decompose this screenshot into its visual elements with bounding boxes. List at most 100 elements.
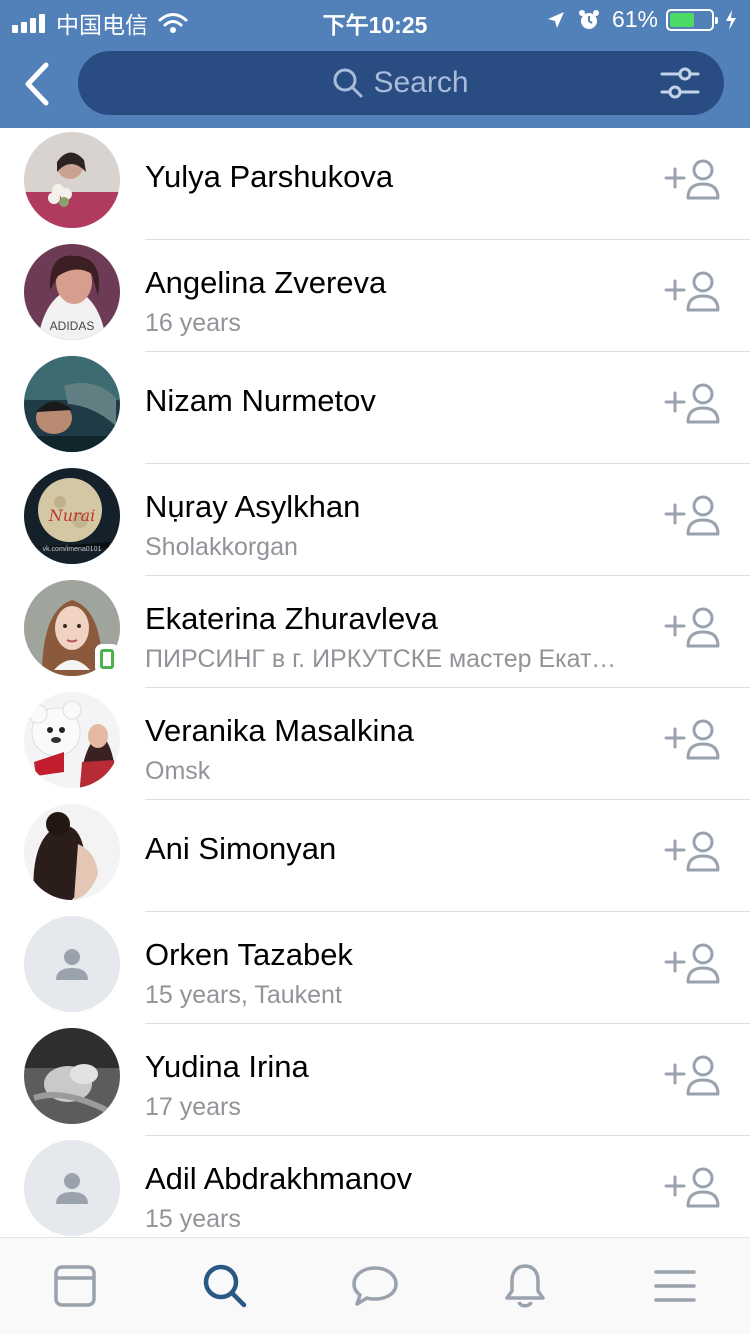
add-friend-button[interactable] bbox=[664, 1054, 724, 1098]
search-icon bbox=[203, 1264, 247, 1308]
search-results-list: Yulya Parshukova ADIDAS Angelina Zvereva 16… bbox=[0, 128, 750, 1248]
search-result-row[interactable]: Yudina Irina 17 years bbox=[0, 1024, 750, 1136]
tab-messages[interactable] bbox=[300, 1238, 450, 1334]
tab-menu[interactable] bbox=[600, 1238, 750, 1334]
search-input[interactable]: Search bbox=[78, 51, 724, 115]
add-friend-button[interactable] bbox=[664, 1166, 724, 1210]
user-placeholder-icon bbox=[56, 1173, 88, 1204]
add-friend-icon bbox=[664, 271, 720, 312]
result-text: Nizam Nurmetov bbox=[145, 383, 630, 419]
add-friend-icon bbox=[664, 943, 720, 984]
add-friend-icon bbox=[664, 383, 720, 424]
chevron-left-icon bbox=[25, 62, 49, 106]
avatar[interactable] bbox=[24, 356, 120, 452]
svg-text:ADIDAS: ADIDAS bbox=[50, 319, 95, 333]
result-name: Yudina Irina bbox=[145, 1049, 309, 1084]
sliders-icon bbox=[660, 67, 700, 99]
search-result-row[interactable]: Orken Tazabek 15 years, Taukent bbox=[0, 912, 750, 1024]
bell-icon bbox=[505, 1264, 545, 1308]
result-text: Angelina Zvereva 16 years bbox=[145, 265, 630, 338]
location-arrow-icon bbox=[547, 11, 564, 28]
search-filter-button[interactable] bbox=[660, 65, 700, 101]
result-text: Nụray Asylkhan Sholakkorgan bbox=[145, 489, 630, 562]
default-avatar bbox=[24, 1140, 120, 1236]
online-mobile-icon bbox=[95, 644, 119, 674]
result-name: Nụray Asylkhan bbox=[145, 489, 361, 524]
search-placeholder: Search bbox=[373, 66, 469, 99]
avatar-overlay-text: Nurai bbox=[48, 506, 96, 525]
result-text: Veranika Masalkina Omsk bbox=[145, 713, 630, 786]
result-subtitle: 17 years bbox=[145, 1093, 241, 1121]
add-friend-icon bbox=[664, 159, 720, 200]
search-result-row[interactable]: Veranika Masalkina Omsk bbox=[0, 688, 750, 800]
add-friend-icon bbox=[664, 719, 720, 760]
search-result-row[interactable]: Adil Abdrakhmanov 15 years bbox=[0, 1136, 750, 1248]
search-result-row[interactable]: Nurai vk.com/imena0101 Nụray Asylkhan Shola… bbox=[0, 464, 750, 576]
result-text: Yudina Irina 17 years bbox=[145, 1049, 630, 1122]
result-name: Ekaterina Zhuravleva bbox=[145, 601, 438, 636]
result-name: Nizam Nurmetov bbox=[145, 383, 376, 418]
result-text: Ani Simonyan bbox=[145, 831, 630, 867]
add-friend-icon bbox=[664, 831, 720, 872]
tab-news[interactable] bbox=[0, 1238, 150, 1334]
search-result-row[interactable]: Ani Simonyan bbox=[0, 800, 750, 912]
add-friend-icon bbox=[664, 607, 720, 648]
chat-bubble-icon bbox=[352, 1266, 398, 1306]
result-text: Ekaterina Zhuravleva ПИРСИНГ в г. ИРКУТСК… bbox=[145, 601, 630, 674]
result-subtitle: Omsk bbox=[145, 757, 211, 785]
newsfeed-icon bbox=[54, 1265, 96, 1307]
avatar[interactable] bbox=[24, 132, 120, 228]
charging-bolt-icon bbox=[726, 9, 736, 30]
search-placeholder-group: Search bbox=[78, 51, 724, 115]
add-friend-button[interactable] bbox=[664, 606, 724, 650]
add-friend-button[interactable] bbox=[664, 942, 724, 986]
avatar[interactable] bbox=[24, 1028, 120, 1124]
result-text: Adil Abdrakhmanov 15 years bbox=[145, 1161, 630, 1234]
avatar[interactable]: Nurai vk.com/imena0101 bbox=[24, 468, 120, 564]
avatar-caption: vk.com/imena0101 bbox=[42, 546, 102, 553]
result-text: Yulya Parshukova bbox=[145, 159, 630, 195]
battery-percent: 61% bbox=[611, 6, 658, 32]
avatar[interactable]: ADIDAS bbox=[24, 244, 120, 340]
search-result-row[interactable]: Yulya Parshukova bbox=[0, 128, 750, 240]
result-name: Angelina Zvereva bbox=[145, 265, 387, 300]
result-subtitle: 15 years bbox=[145, 1205, 241, 1233]
battery-icon bbox=[666, 8, 718, 31]
avatar[interactable] bbox=[24, 804, 120, 900]
avatar[interactable] bbox=[24, 692, 120, 788]
search-icon bbox=[333, 68, 363, 98]
result-name: Adil Abdrakhmanov bbox=[145, 1161, 413, 1196]
status-right: 61% bbox=[546, 6, 738, 33]
add-friend-icon bbox=[664, 495, 720, 536]
status-bar: 中国电信 下午10:25 61% bbox=[0, 0, 750, 40]
user-placeholder-icon bbox=[56, 949, 88, 980]
add-friend-button[interactable] bbox=[664, 158, 724, 202]
search-result-row[interactable]: ADIDAS Angelina Zvereva 16 years bbox=[0, 240, 750, 352]
tab-notifications[interactable] bbox=[450, 1238, 600, 1334]
add-friend-button[interactable] bbox=[664, 830, 724, 874]
result-name: Veranika Masalkina bbox=[145, 713, 414, 748]
back-button[interactable] bbox=[18, 60, 58, 108]
result-subtitle: ПИРСИНГ в г. ИРКУТСКЕ мастер Екатерина bbox=[145, 645, 630, 673]
default-avatar bbox=[24, 916, 120, 1012]
add-friend-icon bbox=[664, 1167, 720, 1208]
search-result-row[interactable]: Ekaterina Zhuravleva ПИРСИНГ в г. ИРКУТСК… bbox=[0, 576, 750, 688]
add-friend-button[interactable] bbox=[664, 494, 724, 538]
tab-bar bbox=[0, 1237, 750, 1334]
avatar[interactable] bbox=[24, 1140, 120, 1236]
add-friend-button[interactable] bbox=[664, 270, 724, 314]
result-name: Ani Simonyan bbox=[145, 831, 337, 866]
add-friend-button[interactable] bbox=[664, 718, 724, 762]
search-result-row[interactable]: Nizam Nurmetov bbox=[0, 352, 750, 464]
alarm-icon bbox=[578, 9, 599, 29]
result-subtitle: 16 years bbox=[145, 309, 241, 337]
result-name: Orken Tazabek bbox=[145, 937, 353, 972]
top-bar: 中国电信 下午10:25 61% Search bbox=[0, 0, 750, 128]
result-subtitle: Sholakkorgan bbox=[145, 533, 298, 561]
tab-search[interactable] bbox=[150, 1238, 300, 1334]
result-name: Yulya Parshukova bbox=[145, 159, 394, 194]
result-subtitle: 15 years, Taukent bbox=[145, 981, 342, 1009]
add-friend-icon bbox=[664, 1055, 720, 1096]
avatar[interactable] bbox=[24, 916, 120, 1012]
add-friend-button[interactable] bbox=[664, 382, 724, 426]
